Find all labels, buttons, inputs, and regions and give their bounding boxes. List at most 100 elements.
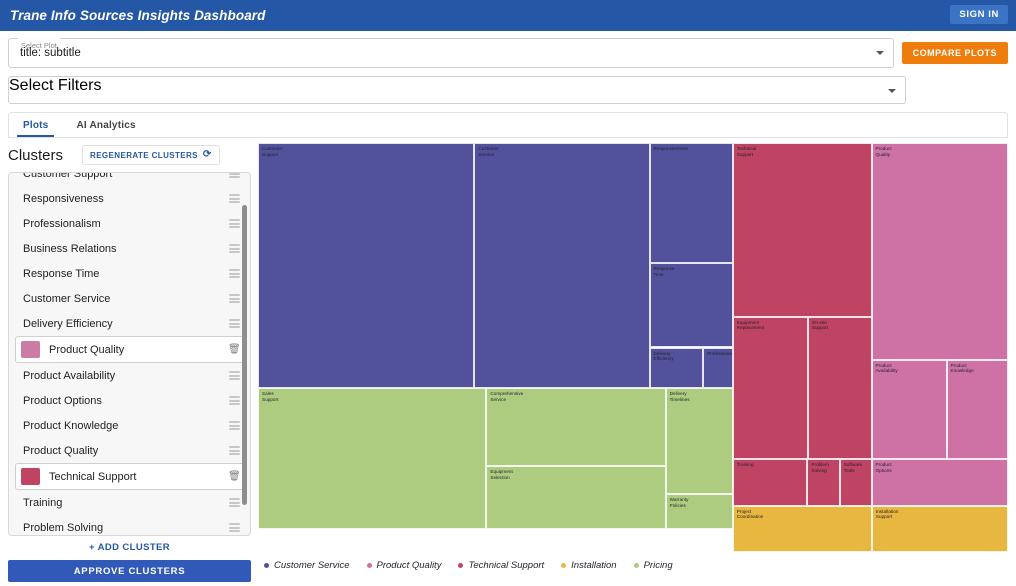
treemap-tile-label: Customer Service xyxy=(478,146,499,157)
cluster-item-label: Responsiveness xyxy=(23,192,104,205)
treemap-tile-label: Equipment Selection xyxy=(490,469,513,481)
cluster-item-label: Response Time xyxy=(23,267,100,280)
drag-handle-icon[interactable] xyxy=(229,319,240,328)
drag-handle-icon[interactable] xyxy=(229,194,240,203)
treemap-tile[interactable]: Product Knowledge xyxy=(946,359,1008,459)
cluster-list-item[interactable]: Technical Support 🗑 xyxy=(15,463,244,490)
drag-handle-icon[interactable] xyxy=(229,244,240,253)
drag-handle-icon[interactable] xyxy=(229,523,240,532)
treemap-tile[interactable]: Warranty Policies xyxy=(665,494,733,530)
drag-handle-icon[interactable] xyxy=(229,446,240,455)
cluster-item-label: Product Knowledge xyxy=(23,419,119,432)
drag-handle-icon[interactable] xyxy=(229,498,240,507)
treemap-tile[interactable]: Comprehensive Service xyxy=(486,387,666,467)
treemap-tile-label: Project Coordination xyxy=(736,508,764,520)
chevron-down-icon[interactable] xyxy=(875,51,884,55)
treemap-tile[interactable]: Product Options xyxy=(871,458,1008,506)
legend-item-label: Product Quality xyxy=(376,559,442,571)
treemap-tile[interactable]: Product Quality xyxy=(871,143,1008,360)
drag-handle-icon[interactable] xyxy=(229,294,240,303)
cluster-list-item[interactable]: Professionalism xyxy=(15,211,244,236)
app-header: Trane Info Sources Insights Dashboard SI… xyxy=(0,0,1016,31)
treemap-tile[interactable]: Response Time xyxy=(649,263,733,348)
legend-color-dot xyxy=(264,562,269,568)
treemap-tile-label: Customer Support xyxy=(262,146,283,157)
treemap-tile[interactable]: Installation Support xyxy=(871,505,1008,552)
drag-handle-icon[interactable] xyxy=(229,173,240,178)
treemap-tile-label: Delivery Efficiency xyxy=(653,350,674,362)
treemap-tile[interactable]: On-site Support xyxy=(807,316,872,459)
select-plot-dropdown[interactable]: Select Plot title: subtitle xyxy=(8,33,894,68)
drag-handle-icon[interactable] xyxy=(229,219,240,228)
treemap-tile[interactable]: Customer Support xyxy=(258,143,475,388)
cluster-list-item[interactable]: Product Options xyxy=(15,388,244,413)
select-filters-placeholder: Select Filters xyxy=(9,77,102,94)
legend-item[interactable]: Customer Service xyxy=(264,560,350,571)
tab-plots[interactable]: Plots xyxy=(9,113,62,137)
treemap-tile[interactable]: Product Availability xyxy=(871,359,947,459)
approve-clusters-button[interactable]: APPROVE CLUSTERS xyxy=(8,560,251,582)
drag-handle-icon[interactable] xyxy=(229,371,240,380)
cluster-list-item[interactable]: Problem Solving xyxy=(15,515,244,535)
treemap-tile-label: Sales Support xyxy=(262,390,279,402)
page-title: Trane Info Sources Insights Dashboard xyxy=(10,8,266,23)
delete-cluster-icon[interactable]: 🗑 xyxy=(228,344,241,355)
drag-handle-icon[interactable] xyxy=(229,421,240,430)
treemap-chart[interactable]: Customer Support Customer Service Responsi… xyxy=(258,143,1008,552)
cluster-list-item[interactable]: Training xyxy=(15,490,244,515)
cluster-list[interactable]: Customer Support Responsiveness Profession… xyxy=(8,172,251,536)
treemap-tile[interactable]: Training xyxy=(732,458,808,506)
sign-in-button[interactable]: SIGN IN xyxy=(950,5,1008,24)
treemap-tile[interactable]: Customer Service xyxy=(474,143,650,388)
cluster-list-scrollbar[interactable] xyxy=(242,205,247,505)
cluster-list-item[interactable]: Delivery Efficiency xyxy=(15,311,244,336)
treemap-tile[interactable]: Professionalism xyxy=(703,347,733,388)
drag-handle-icon[interactable] xyxy=(229,396,240,405)
cluster-list-item[interactable]: Customer Service xyxy=(15,286,244,311)
select-filters-dropdown[interactable]: Select Filters xyxy=(8,76,906,104)
treemap-tile[interactable]: Equipment Selection xyxy=(486,466,666,530)
legend-item[interactable]: Product Quality xyxy=(366,559,442,571)
cluster-item-label: Product Quality xyxy=(23,444,99,457)
legend-item-label: Customer Service xyxy=(274,559,350,571)
cluster-list-item[interactable]: Response Time xyxy=(15,261,244,286)
cluster-color-swatch[interactable] xyxy=(21,468,40,485)
cluster-list-item[interactable]: Responsiveness xyxy=(15,186,244,211)
cluster-list-item[interactable]: Customer Support xyxy=(15,173,244,186)
treemap-tile[interactable]: Delivery Timelines xyxy=(665,387,733,495)
cluster-list-item[interactable]: Product Knowledge xyxy=(15,413,244,438)
chevron-down-icon[interactable] xyxy=(888,89,896,93)
legend-item[interactable]: Installation xyxy=(561,560,617,571)
treemap-tile-label: Responsiveness xyxy=(653,146,688,151)
cluster-list-item[interactable]: Product Availability xyxy=(15,363,244,388)
legend-item[interactable]: Technical Support xyxy=(458,560,544,571)
cluster-item-label: Training xyxy=(23,496,63,509)
treemap-tile[interactable]: Software Tools xyxy=(839,458,872,506)
compare-plots-button[interactable]: COMPARE PLOTS xyxy=(901,42,1008,64)
treemap-tile[interactable]: Project Coordination xyxy=(732,505,872,552)
clusters-panel: Clusters REGENERATE CLUSTERS ⟳ Customer … xyxy=(8,138,251,586)
regenerate-clusters-button[interactable]: REGENERATE CLUSTERS ⟳ xyxy=(82,145,220,165)
treemap-tile[interactable]: Delivery Efficiency xyxy=(649,347,704,388)
cluster-list-item[interactable]: Product Quality 🗑 xyxy=(15,336,244,363)
cluster-list-item[interactable]: Product Quality xyxy=(15,438,244,463)
legend-item[interactable]: Pricing xyxy=(633,560,673,571)
treemap-tile[interactable]: Responsiveness xyxy=(649,143,733,264)
cluster-item-label: Product Options xyxy=(23,394,102,407)
delete-cluster-icon[interactable]: 🗑 xyxy=(228,471,241,482)
drag-handle-icon[interactable] xyxy=(229,269,240,278)
cluster-color-swatch[interactable] xyxy=(21,341,40,358)
treemap-tile[interactable]: Technical Support xyxy=(732,143,872,317)
legend-color-dot xyxy=(633,562,639,568)
tab-ai-analytics[interactable]: AI Analytics xyxy=(62,113,149,137)
treemap-tile-label: On-site Support xyxy=(811,319,829,331)
cluster-list-item[interactable]: Business Relations xyxy=(15,236,244,261)
cluster-list-scroll-area: Customer Support Responsiveness Profession… xyxy=(9,173,250,535)
treemap-tile[interactable]: Equipment Replacement xyxy=(732,316,808,459)
treemap-tile[interactable]: Sales Support xyxy=(258,387,487,530)
treemap-tile[interactable]: Problem Solving xyxy=(807,458,840,506)
cluster-item-label: Technical Support xyxy=(49,470,137,483)
select-plot-value: title: subtitle xyxy=(20,47,81,59)
add-cluster-button[interactable]: + ADD CLUSTER xyxy=(8,542,251,553)
treemap-panel: Customer Support Customer Service Responsi… xyxy=(258,138,1008,586)
